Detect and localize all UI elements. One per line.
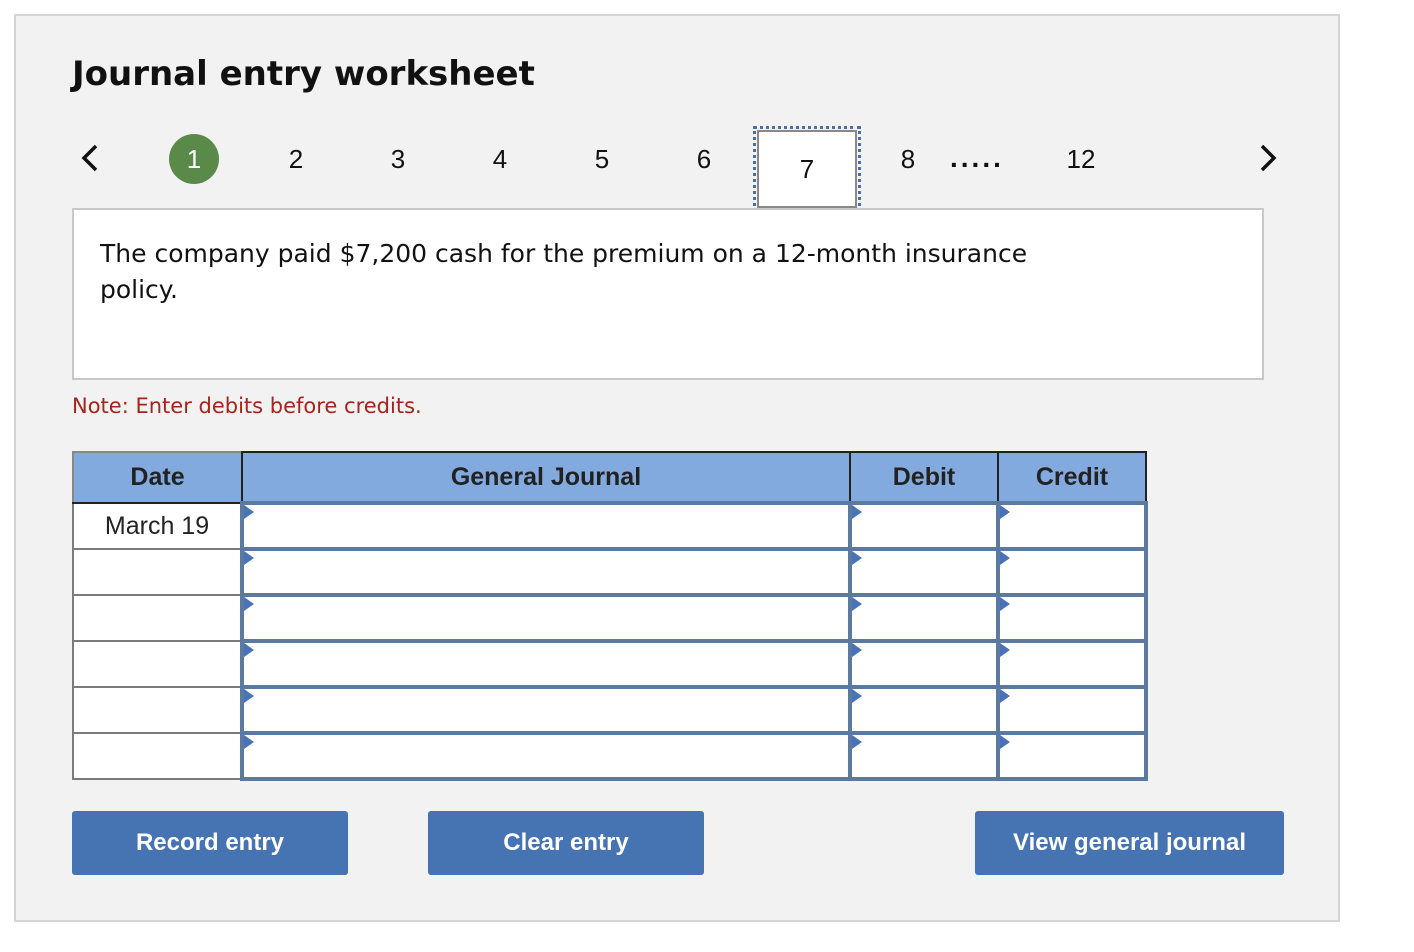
header-debit: Debit (849, 451, 999, 504)
account-dropdown[interactable] (244, 689, 848, 731)
header-row: Date General Journal Debit Credit (72, 451, 1147, 504)
debit-cell (848, 731, 1000, 781)
header-date: Date (72, 451, 243, 504)
view-general-journal-button[interactable]: View general journal (975, 811, 1284, 875)
cell-marker-icon[interactable] (852, 597, 862, 611)
next-button[interactable] (1254, 140, 1284, 176)
credit-input[interactable] (1000, 597, 1144, 639)
cell-marker-icon[interactable] (852, 689, 862, 703)
journal-row (72, 685, 1148, 735)
page-title: Journal entry worksheet (72, 54, 535, 94)
debit-cell (848, 639, 1000, 689)
step-2[interactable]: 2 (271, 134, 321, 184)
cell-marker-icon[interactable] (244, 505, 254, 519)
date-cell (72, 548, 243, 596)
step-4[interactable]: 4 (475, 134, 525, 184)
pager-ellipsis: ..... (950, 142, 1004, 173)
debit-cell (848, 547, 1000, 597)
credit-input[interactable] (1000, 505, 1144, 547)
cell-marker-icon[interactable] (244, 735, 254, 749)
account-dropdown[interactable] (244, 597, 848, 639)
previous-button[interactable] (76, 140, 106, 176)
debit-input[interactable] (852, 735, 996, 777)
step-8[interactable]: 8 (883, 134, 933, 184)
account-dropdown[interactable] (244, 551, 848, 593)
cell-marker-icon[interactable] (1000, 551, 1010, 565)
step-12[interactable]: 12 (1056, 134, 1106, 184)
date-cell: March 19 (72, 502, 243, 550)
debit-input[interactable] (852, 597, 996, 639)
cell-marker-icon[interactable] (852, 551, 862, 565)
cell-marker-icon[interactable] (244, 643, 254, 657)
cell-marker-icon[interactable] (244, 551, 254, 565)
date-cell (72, 594, 243, 642)
credit-input[interactable] (1000, 735, 1144, 777)
debit-cell (848, 501, 1000, 551)
debit-input[interactable] (852, 689, 996, 731)
step-6[interactable]: 6 (679, 134, 729, 184)
journal-row (72, 639, 1148, 689)
debit-input[interactable] (852, 643, 996, 685)
account-cell (240, 501, 852, 551)
cell-marker-icon[interactable] (852, 735, 862, 749)
question-text: The company paid $7,200 cash for the pre… (100, 239, 1028, 304)
credit-cell (996, 685, 1148, 735)
cell-marker-icon[interactable] (1000, 735, 1010, 749)
debit-input[interactable] (852, 505, 996, 547)
cell-marker-icon[interactable] (852, 643, 862, 657)
credit-input[interactable] (1000, 551, 1144, 593)
credit-cell (996, 501, 1148, 551)
debit-input[interactable] (852, 551, 996, 593)
account-dropdown[interactable] (244, 505, 848, 547)
cell-marker-icon[interactable] (1000, 597, 1010, 611)
cell-marker-icon[interactable] (1000, 505, 1010, 519)
account-cell (240, 639, 852, 689)
journal-row (72, 547, 1148, 597)
record-entry-button[interactable]: Record entry (72, 811, 348, 875)
date-cell (72, 640, 243, 688)
account-cell (240, 593, 852, 643)
header-general-journal: General Journal (241, 451, 851, 504)
debit-cell (848, 685, 1000, 735)
clear-entry-button[interactable]: Clear entry (428, 811, 704, 875)
journal-table: Date General Journal Debit Credit March … (72, 451, 1148, 781)
question-box: The company paid $7,200 cash for the pre… (72, 208, 1264, 380)
debit-cell (848, 593, 1000, 643)
journal-row: March 19 (72, 501, 1148, 551)
step-5[interactable]: 5 (577, 134, 627, 184)
cell-marker-icon[interactable] (852, 505, 862, 519)
credit-input[interactable] (1000, 689, 1144, 731)
header-credit: Credit (997, 451, 1147, 504)
credit-cell (996, 547, 1148, 597)
cell-marker-icon[interactable] (1000, 643, 1010, 657)
account-dropdown[interactable] (244, 643, 848, 685)
account-dropdown[interactable] (244, 735, 848, 777)
credit-cell (996, 731, 1148, 781)
credit-cell (996, 639, 1148, 689)
account-cell (240, 547, 852, 597)
instruction-note: Note: Enter debits before credits. (72, 394, 422, 418)
cell-marker-icon[interactable] (1000, 689, 1010, 703)
date-cell (72, 686, 243, 734)
step-3[interactable]: 3 (373, 134, 423, 184)
credit-cell (996, 593, 1148, 643)
journal-row (72, 731, 1148, 781)
chevron-left-icon (81, 144, 98, 172)
cell-marker-icon[interactable] (244, 689, 254, 703)
step-1[interactable]: 1 (169, 134, 219, 184)
cell-marker-icon[interactable] (244, 597, 254, 611)
account-cell (240, 685, 852, 735)
account-cell (240, 731, 852, 781)
credit-input[interactable] (1000, 643, 1144, 685)
step-7[interactable]: 7 (753, 126, 861, 212)
chevron-right-icon (1260, 144, 1277, 172)
date-cell (72, 732, 243, 780)
journal-row (72, 593, 1148, 643)
